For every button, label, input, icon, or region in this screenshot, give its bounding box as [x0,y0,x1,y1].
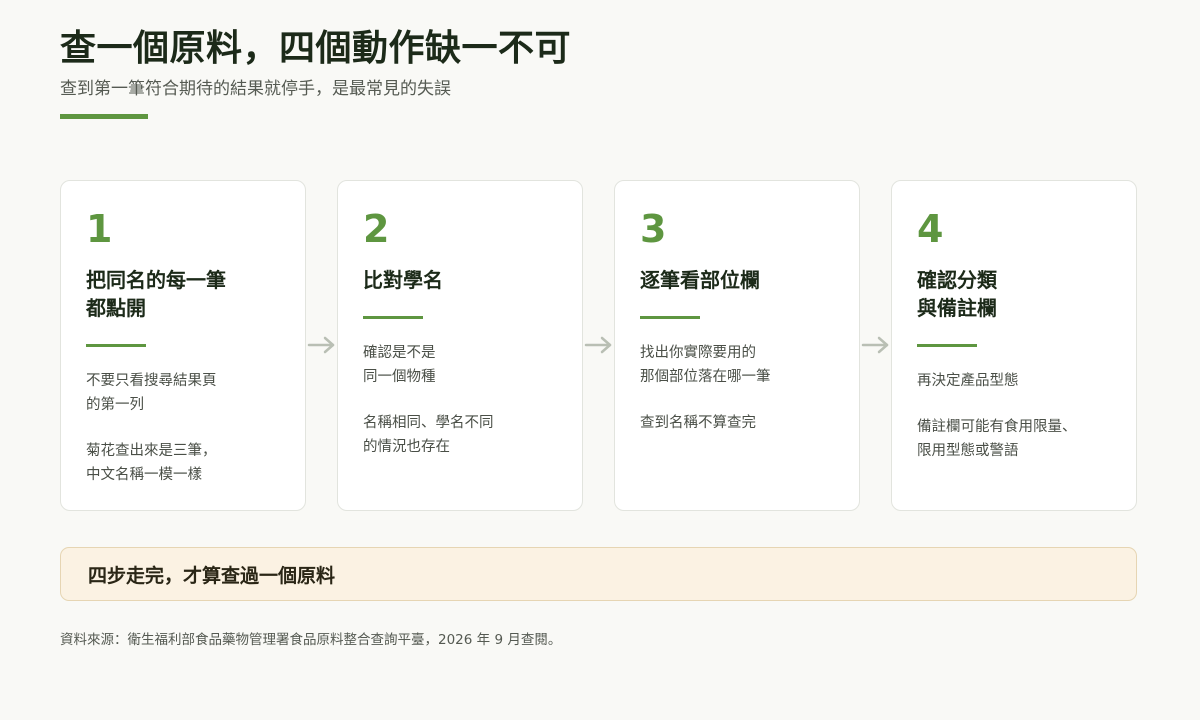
summary-text: 四步走完，才算查過一個原料 [88,564,336,587]
summary-banner: 四步走完，才算查過一個原料 [60,547,1137,601]
step-title: 比對學名 [363,268,443,292]
step-title: 確認分類 與備註欄 [917,268,997,320]
step-divider [86,344,146,347]
step-title: 逐筆看部位欄 [640,268,760,292]
step-card-1: 1 把同名的每一筆 都點開 不要只看搜尋結果頁 的第一列 菊花查出來是三筆， 中… [60,180,306,511]
step-number: 4 [917,207,944,251]
step-divider [917,344,977,347]
step-note: 名稱相同、學名不同 的情況也存在 [363,415,494,455]
step-divider [363,316,423,319]
step-description: 找出你實際要用的 那個部位落在哪一筆 [640,345,771,385]
page-title: 查一個原料，四個動作缺一不可 [60,28,572,69]
arrow-right-icon [861,336,889,354]
step-description: 再決定產品型態 [917,373,1019,389]
steps-flow: 1 把同名的每一筆 都點開 不要只看搜尋結果頁 的第一列 菊花查出來是三筆， 中… [60,180,1137,511]
step-number: 1 [86,207,113,251]
step-card-3: 3 逐筆看部位欄 找出你實際要用的 那個部位落在哪一筆 查到名稱不算查完 [614,180,860,511]
arrow-right-icon [307,336,335,354]
source-note: 資料來源：衛生福利部食品藥物管理署食品原料整合查詢平臺，2026 年 9 月查閱… [60,632,562,648]
step-description: 不要只看搜尋結果頁 的第一列 [86,373,217,413]
step-note: 查到名稱不算查完 [640,415,756,431]
arrow-right-icon [584,336,612,354]
step-number: 3 [640,207,667,251]
page-subtitle: 查到第一筆符合期待的結果就停手，是最常見的失誤 [60,79,451,99]
header: 查一個原料，四個動作缺一不可 查到第一筆符合期待的結果就停手，是最常見的失誤 [60,26,1140,119]
step-card-2: 2 比對學名 確認是不是 同一個物種 名稱相同、學名不同 的情況也存在 [337,180,583,511]
title-underline [60,114,148,119]
step-title: 把同名的每一筆 都點開 [86,268,226,320]
step-description: 確認是不是 同一個物種 [363,345,436,385]
step-note: 備註欄可能有食用限量、 限用型態或警語 [917,419,1077,459]
step-divider [640,316,700,319]
step-note: 菊花查出來是三筆， 中文名稱一模一樣 [86,443,217,483]
step-number: 2 [363,207,390,251]
step-card-4: 4 確認分類 與備註欄 再決定產品型態 備註欄可能有食用限量、 限用型態或警語 [891,180,1137,511]
